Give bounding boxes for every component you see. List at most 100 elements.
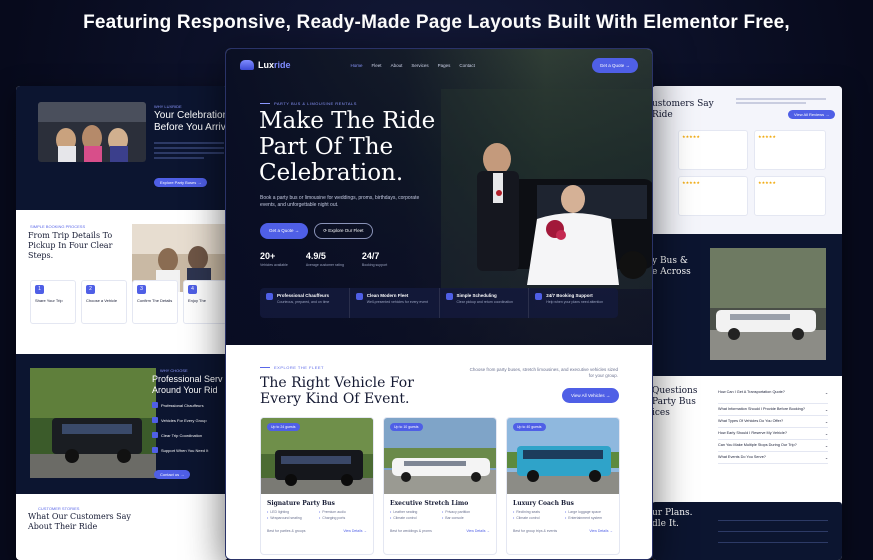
- step-card: 2 Choose a Vehicle: [81, 280, 127, 324]
- vehicle-feature: Privacy partition: [442, 510, 490, 514]
- capacity-badge: Up to 24 guests: [267, 423, 300, 431]
- view-all-vehicles-button[interactable]: View All Vehicles →: [562, 388, 620, 403]
- main-page-preview[interactable]: Lux ride Home Fleet About Services Pages …: [225, 48, 653, 560]
- service-item: Clear Trip Coordination: [152, 432, 226, 438]
- left-page-preview[interactable]: WHY LUXRIDE Your Celebration Before You …: [16, 86, 228, 560]
- feature-bar: Professional Chauffeurs Courteous, prepar…: [260, 288, 618, 318]
- nav-menu: Home Fleet About Services Pages Contact: [351, 63, 475, 68]
- stars-icon: ★★★★★: [758, 134, 776, 139]
- step-card: 3 Confirm The Details: [132, 280, 178, 324]
- vehicle-feature: LED lighting: [267, 510, 315, 514]
- wedding-couple-photo: [441, 89, 652, 289]
- vehicle-card[interactable]: Up to 40 guests Luxury Coach Bus Reclini…: [506, 417, 620, 555]
- nav-item-about[interactable]: About: [391, 63, 403, 68]
- coverage-title-1: y Bus &: [652, 256, 688, 266]
- check-icon: [152, 447, 158, 453]
- faq-title-2: Party Bus: [652, 397, 696, 407]
- fleet-title: The Right Vehicle For Every Kind Of Even…: [260, 375, 414, 407]
- white-limo-photo: [710, 248, 826, 360]
- faq-item[interactable]: Can You Make Multiple Stops During Our T…: [718, 440, 828, 452]
- hero-stats: 20+ Vehicles available 4.9/5 Average custo…: [260, 251, 387, 267]
- nav-item-fleet[interactable]: Fleet: [372, 63, 382, 68]
- step-card: 4 Enjoy The: [183, 280, 228, 324]
- stars-icon: ★★★★★: [682, 134, 700, 139]
- explore-fleet-button[interactable]: ⟳ Explore Our Fleet: [314, 223, 373, 239]
- stat-rating: 4.9/5 Average customer rating: [305, 251, 344, 267]
- left-services-section: WHY CHOOSE Professional Serv Around Your…: [16, 354, 228, 494]
- vehicle-feature: Leather seating: [390, 510, 438, 514]
- vehicle-feature: Climate control: [390, 516, 438, 520]
- top-nav: Lux ride Home Fleet About Services Pages …: [226, 49, 652, 81]
- steps-title: From Trip Details To Pickup In Four Clea…: [28, 231, 113, 260]
- fleet-section: EXPLORE THE FLEET The Right Vehicle For …: [226, 345, 652, 559]
- left-title-2: Before You Arriv: [154, 122, 226, 133]
- faq-item[interactable]: What Information Should I Provide Before…: [718, 404, 828, 416]
- vehicle-name: Signature Party Bus: [267, 500, 335, 507]
- brand-logo[interactable]: Lux ride: [240, 60, 291, 70]
- hero-section: Lux ride Home Fleet About Services Pages …: [226, 49, 652, 345]
- vehicle-photo: Up to 10 guests: [384, 418, 496, 494]
- faq-title-1: Questions: [652, 386, 698, 396]
- right-page-preview[interactable]: ustomers Say Ride View All Reviews → ★★★…: [652, 86, 842, 560]
- right-reviews-section: ustomers Say Ride View All Reviews → ★★★…: [652, 86, 842, 234]
- chevron-down-icon: ⌄: [824, 432, 828, 436]
- chevron-down-icon: ⌄: [824, 456, 828, 460]
- vehicle-name: Executive Stretch Limo: [390, 500, 469, 507]
- hero-title: Make The Ride Part Of The Celebration.: [259, 108, 436, 186]
- nav-item-pages[interactable]: Pages: [438, 63, 451, 68]
- faq-item[interactable]: What Types Of Vehicles Do You Offer? ⌄: [718, 416, 828, 428]
- vehicle-feature: Wraparound seating: [267, 516, 315, 520]
- right-title-2: Ride: [652, 110, 673, 120]
- service-item: Professional Chauffeurs: [152, 402, 226, 408]
- steps-eyebrow: SIMPLE BOOKING PROCESS: [30, 224, 86, 229]
- vehicle-feature: Premium audio: [319, 510, 367, 514]
- faq-item[interactable]: What Events Do You Serve? ⌄: [718, 452, 828, 464]
- fleet-eyebrow: EXPLORE THE FLEET: [260, 365, 324, 370]
- chevron-down-icon: ⌄: [824, 408, 828, 412]
- stat-vehicles: 20+ Vehicles available: [260, 251, 288, 267]
- view-details-link[interactable]: View Details →: [466, 529, 490, 533]
- vehicle-feature: Climate control: [513, 516, 561, 520]
- review-card: ★★★★★: [678, 176, 748, 216]
- review-card: ★★★★★: [754, 130, 826, 170]
- vehicle-feature: Entertainment system: [565, 516, 613, 520]
- left-steps-section: SIMPLE BOOKING PROCESS From Trip Details…: [16, 210, 228, 340]
- faq-item[interactable]: How Can I Get A Transportation Quote? ⌄: [718, 388, 828, 404]
- get-quote-nav-button[interactable]: Get a Quote →: [591, 57, 638, 73]
- right-title-1: ustomers Say: [652, 99, 714, 109]
- faq-title-3: ices: [652, 408, 670, 418]
- view-details-link[interactable]: View Details →: [343, 529, 367, 533]
- brand-name-a: Lux: [258, 60, 275, 70]
- page-headline: Featuring Responsive, Ready-Made Page La…: [83, 12, 790, 33]
- car-icon: [355, 293, 363, 300]
- faq-item[interactable]: How Early Should I Reserve My Vehicle? ⌄: [718, 428, 828, 440]
- chauffeur-icon: [266, 293, 273, 300]
- vehicle-best-for: Best for parties & groups: [267, 529, 306, 533]
- services-contact-button[interactable]: Contact us →: [154, 470, 191, 479]
- chevron-down-icon: ⌄: [824, 420, 828, 424]
- vehicle-photo: Up to 24 guests: [261, 418, 373, 494]
- view-details-link[interactable]: View Details →: [589, 529, 613, 533]
- chevron-down-icon: ⌄: [824, 444, 828, 448]
- bus-logo-icon: [240, 60, 254, 70]
- get-quote-button[interactable]: Get a Quote →: [260, 223, 309, 239]
- feature-chauffeurs: Professional Chauffeurs Courteous, prepar…: [260, 288, 350, 318]
- left-eyebrow: WHY LUXRIDE: [154, 104, 182, 109]
- nav-item-services[interactable]: Services: [411, 63, 428, 68]
- services-title-1: Professional Serv: [152, 374, 223, 384]
- reviews-eyebrow: CUSTOMER STORIES: [38, 506, 80, 511]
- right-faq-section: Questions Party Bus ices How Can I Get A…: [652, 376, 842, 496]
- stars-icon: ★★★★★: [682, 180, 700, 185]
- fleet-description: Choose from party buses, stretch limousi…: [469, 367, 618, 378]
- party-bus-photo: [30, 368, 156, 478]
- nav-item-contact[interactable]: Contact: [459, 63, 475, 68]
- left-explore-button[interactable]: Explore Party Buses →: [154, 178, 208, 187]
- vehicle-card[interactable]: Up to 24 guests Signature Party Bus LED …: [260, 417, 374, 555]
- view-all-reviews-button[interactable]: View All Reviews →: [788, 110, 836, 119]
- vehicle-feature: Charging ports: [319, 516, 367, 520]
- calendar-icon: [445, 293, 453, 300]
- vehicle-card[interactable]: Up to 10 guests Executive Stretch Limo L…: [383, 417, 497, 555]
- nav-item-home[interactable]: Home: [351, 63, 363, 68]
- limo-interior-photo: [38, 102, 146, 162]
- cta-title-1: ur Plans.: [652, 508, 693, 518]
